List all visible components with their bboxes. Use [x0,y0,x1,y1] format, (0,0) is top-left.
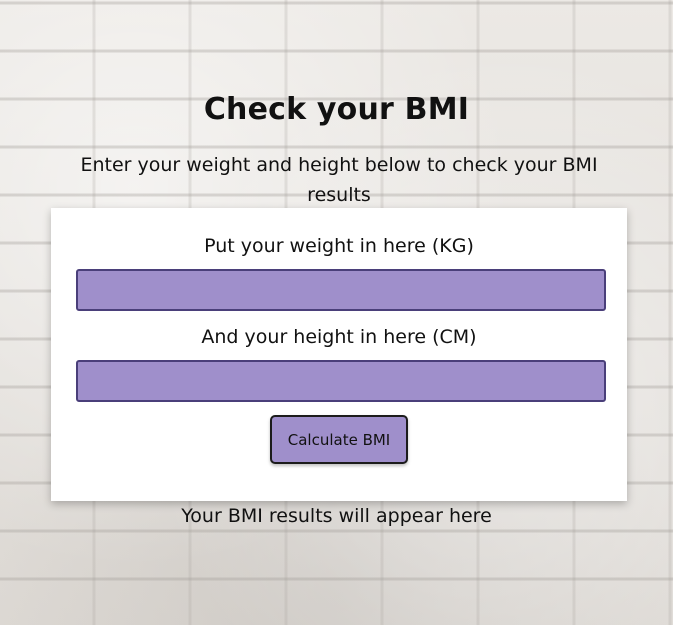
weight-label: Put your weight in here (KG) [204,235,474,257]
page-subtitle: Enter your weight and height below to ch… [80,154,598,206]
height-label: And your height in here (CM) [201,326,477,348]
bmi-form-card: Put your weight in here (KG) And your he… [51,208,627,501]
weight-input[interactable] [76,269,606,311]
height-input[interactable] [76,360,606,402]
bmi-results-text: Your BMI results will appear here [181,505,492,527]
calculate-bmi-button[interactable]: Calculate BMI [270,415,408,464]
page-title: Check your BMI [203,92,470,127]
